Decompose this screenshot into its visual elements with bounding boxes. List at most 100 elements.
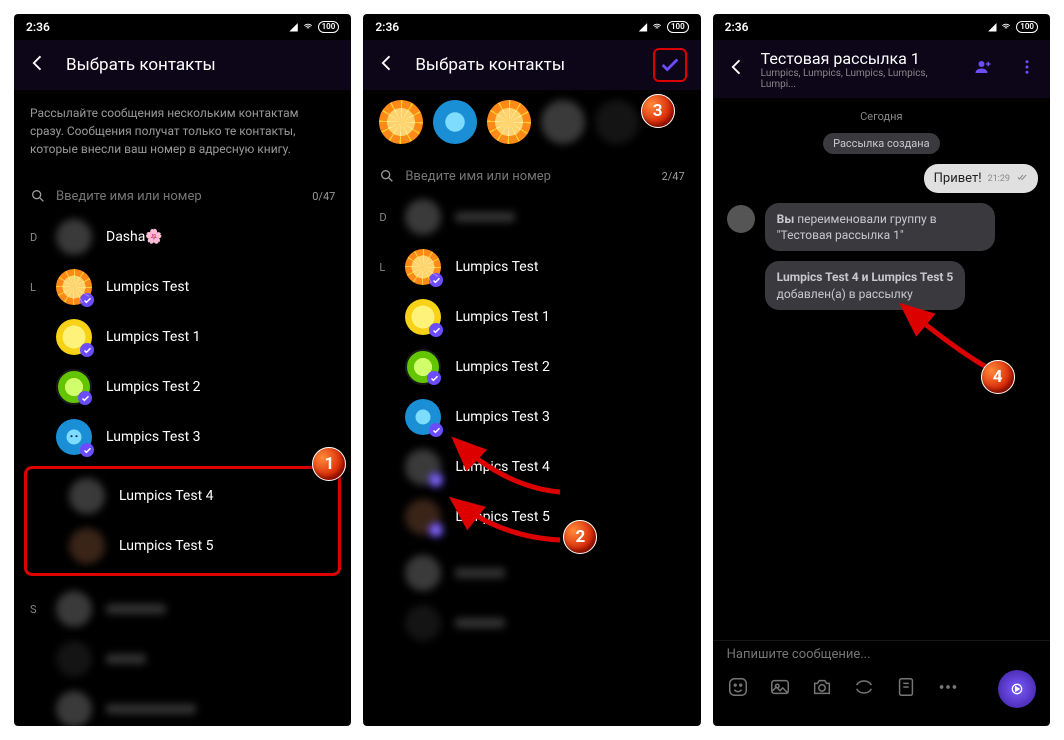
selection-counter: 0/47 xyxy=(312,190,335,203)
step-badge-3: 3 xyxy=(641,94,675,128)
avatar[interactable] xyxy=(487,100,531,144)
avatar xyxy=(405,605,441,641)
selected-tick-icon xyxy=(429,423,443,437)
contact-name: Lumpics Test 2 xyxy=(106,379,201,395)
sticker-icon[interactable] xyxy=(727,676,749,702)
battery-icon: 100 xyxy=(318,21,340,33)
search-row[interactable]: 0/47 xyxy=(14,180,351,212)
header-title: Выбрать контакты xyxy=(66,55,337,75)
confirm-button[interactable] xyxy=(653,48,687,82)
contact-row[interactable]: Lumpics Test 5 xyxy=(27,521,338,571)
contact-name: Lumpics Test xyxy=(455,259,538,275)
selection-counter: 2/47 xyxy=(662,170,685,183)
message-text: Привет! xyxy=(934,171,982,186)
contact-row[interactable]: Lumpics Test 4 xyxy=(27,471,338,521)
step-badge-1: 1 xyxy=(312,447,346,481)
selected-tick-icon xyxy=(80,443,94,457)
contact-name: Lumpics Test 1 xyxy=(455,309,550,325)
avatar xyxy=(56,269,92,305)
contact-row[interactable]: Lumpics Test 1 xyxy=(14,312,351,362)
add-member-icon[interactable] xyxy=(974,58,992,80)
contact-name: Lumpics Test 3 xyxy=(455,409,550,425)
contact-row[interactable]: Lumpics Test 1 xyxy=(363,292,700,342)
contact-name xyxy=(106,604,166,614)
selected-tick-icon xyxy=(429,473,443,487)
contact-list[interactable]: D L Lumpics Test Lumpics Test 1 Lumpics … xyxy=(363,192,700,726)
system-avatar xyxy=(727,205,755,233)
avatar xyxy=(405,555,441,591)
image-icon[interactable] xyxy=(769,676,791,702)
search-input[interactable] xyxy=(405,169,651,184)
chat-body[interactable]: Сегодня Рассылка создана Привет! 21:29 В… xyxy=(713,98,1050,640)
more-icon[interactable] xyxy=(937,676,959,702)
voice-send-button[interactable] xyxy=(998,670,1036,708)
back-arrow-icon[interactable] xyxy=(377,53,397,77)
gif-icon[interactable] xyxy=(853,676,875,702)
wifi-icon xyxy=(301,22,315,32)
contact-name: Lumpics Test 5 xyxy=(119,538,214,554)
sys-bold: Lumpics Test 4 и Lumpics Test 5 xyxy=(777,270,954,284)
section-letter: D xyxy=(30,231,42,244)
avatar[interactable] xyxy=(433,100,477,144)
contact-name xyxy=(455,618,505,628)
contact-name: Lumpics Test xyxy=(106,279,189,295)
battery-icon: 100 xyxy=(667,21,689,33)
triangle-icon: ◢ xyxy=(290,22,298,33)
screen-select-contacts-1: 2:36 ◢ 100 Выбрать контакты Рассылайте с… xyxy=(14,14,351,726)
attach-icon[interactable] xyxy=(895,676,917,702)
avatar xyxy=(405,249,441,285)
back-arrow-icon[interactable] xyxy=(28,53,48,77)
avatar xyxy=(69,528,105,564)
chat-title: Тестовая рассылка 1 xyxy=(761,49,960,68)
contact-row[interactable] xyxy=(14,684,351,726)
selected-tick-icon xyxy=(429,273,443,287)
avatar xyxy=(405,399,441,435)
more-options-icon[interactable] xyxy=(1018,58,1036,80)
contact-row[interactable]: D xyxy=(363,192,700,242)
status-time: 2:36 xyxy=(26,20,50,34)
outgoing-message[interactable]: Привет! 21:29 xyxy=(924,164,1038,193)
avatar[interactable] xyxy=(541,100,585,144)
contact-name: Lumpics Test 2 xyxy=(455,359,550,375)
status-bar: 2:36 ◢ 100 xyxy=(363,14,700,40)
contact-row[interactable]: D Dasha🌸 xyxy=(14,212,351,262)
contact-row[interactable]: Lumpics Test 2 xyxy=(14,362,351,412)
contact-row[interactable]: L Lumpics Test xyxy=(14,262,351,312)
back-arrow-icon[interactable] xyxy=(727,57,747,81)
selected-tick-icon xyxy=(429,523,443,537)
avatar xyxy=(405,299,441,335)
avatar[interactable] xyxy=(595,100,639,144)
contact-row[interactable]: Lumpics Test 3 xyxy=(14,412,351,462)
contact-name: Dasha🌸 xyxy=(106,229,163,245)
triangle-icon: ◢ xyxy=(989,22,997,33)
header: Выбрать контакты xyxy=(363,40,700,90)
avatar[interactable] xyxy=(379,100,423,144)
selected-tick-icon xyxy=(80,343,94,357)
chat-header: Тестовая рассылка 1 Lumpics, Lumpics, Lu… xyxy=(713,40,1050,98)
search-icon xyxy=(30,188,46,204)
search-icon xyxy=(379,168,395,184)
status-bar: 2:36 ◢ 100 xyxy=(14,14,351,40)
avatar xyxy=(56,591,92,627)
avatar xyxy=(405,199,441,235)
contact-row[interactable] xyxy=(14,634,351,684)
compose-input[interactable] xyxy=(727,647,1036,662)
avatar xyxy=(56,419,92,455)
contact-row[interactable] xyxy=(363,598,700,648)
contact-row[interactable]: S xyxy=(14,584,351,634)
annotation-arrow xyxy=(445,492,565,552)
contact-row[interactable]: Lumpics Test 2 xyxy=(363,342,700,392)
search-input[interactable] xyxy=(56,189,302,204)
avatar xyxy=(405,499,441,535)
contact-list[interactable]: D Dasha🌸 L Lumpics Test Lumpics Test 1 L… xyxy=(14,212,351,726)
search-row[interactable]: 2/47 xyxy=(363,160,700,192)
contact-row[interactable] xyxy=(363,548,700,598)
triangle-icon: ◢ xyxy=(639,22,647,33)
avatar xyxy=(405,449,441,485)
highlight-box-new-contacts: 1 Lumpics Test 4 Lumpics Test 5 xyxy=(24,466,341,576)
contact-row[interactable]: L Lumpics Test xyxy=(363,242,700,292)
compose-bar xyxy=(713,640,1050,726)
camera-icon[interactable] xyxy=(811,676,833,702)
avatar xyxy=(56,691,92,726)
selected-tick-icon xyxy=(427,371,441,385)
